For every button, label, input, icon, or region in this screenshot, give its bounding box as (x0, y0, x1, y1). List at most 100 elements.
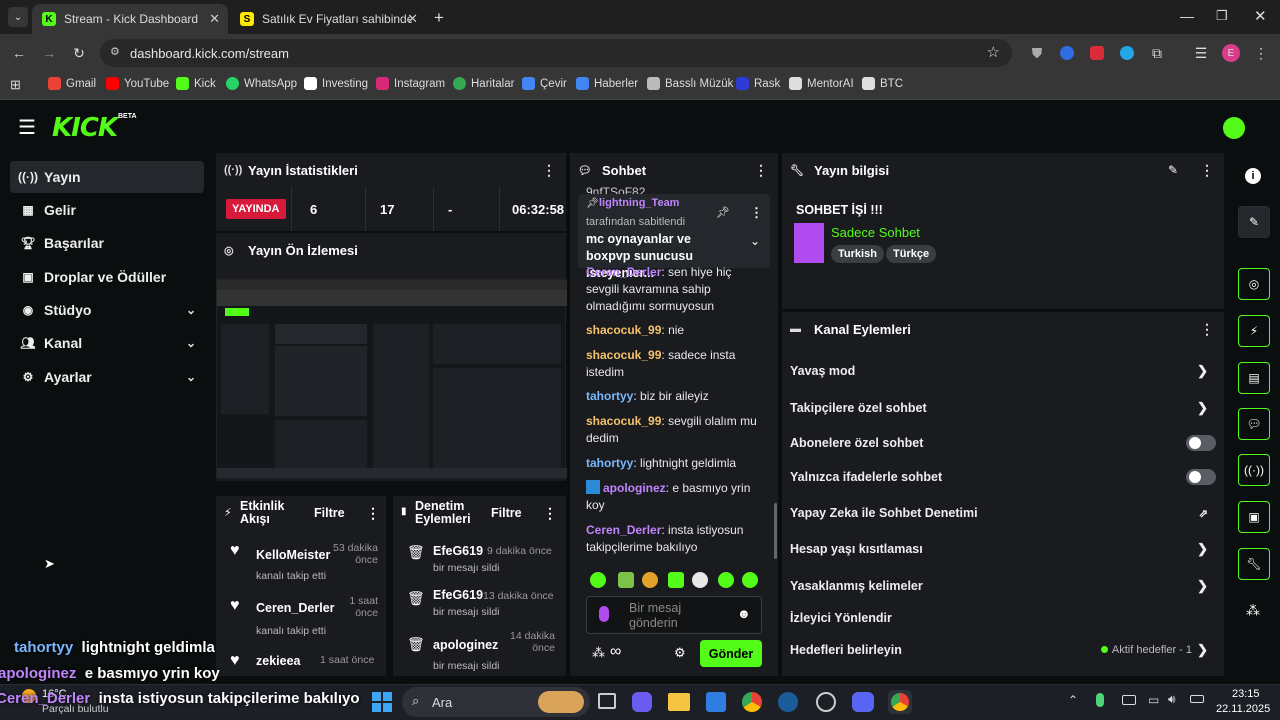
video-icon[interactable]: ▣ (1238, 501, 1270, 533)
new-tab-icon[interactable]: + (434, 8, 444, 28)
send-button[interactable]: Gönder (700, 640, 762, 667)
bookmark-star-icon[interactable]: ☆ (987, 43, 1000, 61)
unpin-icon[interactable]: 📌︎ (716, 206, 730, 219)
microphone-icon[interactable] (599, 606, 609, 622)
tray-mic-icon[interactable] (1096, 693, 1104, 707)
action-hedefler[interactable]: Hedefleri belirleyin Aktif hedefler - 1 … (790, 635, 1216, 665)
tab-search-button[interactable]: ⌄ (8, 7, 28, 27)
kebab-menu-icon[interactable]: ⋮ (754, 162, 768, 179)
bookmark-instagram[interactable]: Instagram (376, 77, 445, 90)
profile-avatar[interactable]: E (1222, 44, 1240, 62)
task-view-icon[interactable] (598, 693, 616, 709)
bookmark-investing[interactable]: Investing (304, 77, 368, 90)
filter-button[interactable]: Filtre (314, 506, 345, 520)
copilot-icon[interactable] (632, 692, 652, 712)
emote-icon[interactable] (692, 572, 708, 588)
filter-button[interactable]: Filtre (491, 506, 522, 520)
emote-icon[interactable] (642, 572, 658, 588)
action-ifadelerle-sohbet[interactable]: Yalnızca ifadelerle sohbet (790, 462, 1216, 492)
extension-blue-icon[interactable] (1118, 44, 1136, 62)
store-icon[interactable] (706, 692, 726, 712)
edit-icon[interactable]: ✎ (1168, 163, 1178, 177)
tag-badge[interactable]: Turkish (831, 245, 884, 263)
bookmark-haritalar[interactable]: Haritalar (453, 77, 514, 90)
stream-preview-thumbnail[interactable] (216, 279, 567, 478)
activity-lightning-icon[interactable]: ⚡︎ (1238, 315, 1270, 347)
emote-icon[interactable] (668, 572, 684, 588)
tab-sahibinden[interactable]: S Satılık Ev Fiyatları sahibinden.co ✕ (230, 4, 426, 34)
action-yapay-zeka[interactable]: Yapay Zeka ile Sohbet Denetimi ⇗ (790, 498, 1216, 528)
tray-chevron-icon[interactable]: ⌃ (1068, 693, 1078, 707)
info-icon[interactable]: i (1245, 168, 1261, 184)
hamburger-menu-icon[interactable]: ☰ (18, 115, 36, 140)
extension-red-icon[interactable] (1088, 44, 1106, 62)
toggle-switch[interactable] (1186, 469, 1216, 485)
network-app-icon[interactable] (816, 692, 836, 712)
edit-pencil-icon[interactable]: ✎ (1238, 206, 1270, 238)
emote-icon[interactable] (718, 572, 734, 588)
sidebar-item-ayarlar[interactable]: ⚙ Ayarlar ⌄ (10, 361, 204, 393)
action-yasakli-kelimeler[interactable]: Yasaklanmış kelimeler ❯ (790, 571, 1216, 601)
bookmark-rask[interactable]: Rask (736, 77, 780, 90)
chat-scrollbar[interactable] (774, 503, 777, 559)
category-name[interactable]: Sadece Sohbet (831, 225, 920, 240)
sidebar-item-basarilar[interactable]: 🏆︎ Başarılar (10, 227, 204, 259)
user-avatar[interactable] (1223, 117, 1245, 139)
bookmark-mentorai[interactable]: MentorAI (789, 77, 854, 90)
emote-icon[interactable] (590, 572, 606, 588)
toggle-switch[interactable] (1186, 435, 1216, 451)
wrench-icon[interactable]: 🔧︎ (1238, 548, 1270, 580)
steam-icon[interactable] (778, 692, 798, 712)
action-abonelere-ozel[interactable]: Abonelere özel sohbet (790, 428, 1216, 458)
bookmark-gmail[interactable]: Gmail (48, 77, 96, 90)
bookmark-kick[interactable]: Kick (176, 77, 216, 90)
start-windows-icon[interactable] (372, 692, 392, 712)
reading-list-icon[interactable]: ☰ (1192, 44, 1210, 62)
emoji-icon[interactable]: ☻ (737, 606, 751, 621)
bookmark-bassli-muzuk[interactable]: Basslı Müzük (647, 77, 733, 90)
kebab-menu-icon[interactable]: ⋮ (366, 505, 380, 522)
more-widgets-icon[interactable]: ⁂ (1246, 602, 1260, 619)
extension-q-icon[interactable] (1058, 44, 1076, 62)
action-yavas-mod[interactable]: Yavaş mod ❯ (790, 356, 1216, 386)
chrome-icon[interactable] (742, 692, 762, 712)
action-takipcilere-ozel[interactable]: Takipçilere özel sohbet ❯ (790, 393, 1216, 423)
broadcast-toggle-icon[interactable]: ((·)) (1238, 454, 1270, 486)
sidebar-item-gelir[interactable]: ▦ Gelir (10, 194, 204, 226)
bookmark-youtube[interactable]: YouTube (106, 77, 169, 90)
sidebar-item-yayin[interactable]: ((·)) Yayın (10, 161, 204, 193)
sidebar-item-kanal[interactable]: 👥︎ Kanal ⌄ (10, 327, 204, 359)
apps-grid-icon[interactable]: ⊞ (10, 77, 21, 93)
kebab-menu-icon[interactable]: ⋮ (1200, 321, 1214, 338)
site-info-icon[interactable]: ⚙ (110, 45, 120, 58)
chat-input[interactable]: Bir mesaj gönderin ☻ (586, 596, 762, 634)
action-hesap-yasi[interactable]: Hesap yaşı kısıtlaması ❯ (790, 534, 1216, 564)
tray-volume-icon[interactable]: 🔊︎ (1168, 692, 1176, 707)
kebab-menu-icon[interactable]: ⋮ (542, 162, 556, 179)
kebab-menu-icon[interactable]: ⋮ (1200, 162, 1214, 179)
chat-settings-icon[interactable]: ⚙ (674, 645, 686, 661)
tray-battery-icon[interactable] (1190, 695, 1204, 703)
moderation-list-icon[interactable]: ▤ (1238, 362, 1270, 394)
chrome-profile-icon[interactable] (888, 690, 912, 714)
close-tab-icon[interactable]: ✕ (209, 11, 220, 27)
minimize-icon[interactable]: — (1180, 8, 1194, 24)
kebab-menu-icon[interactable]: ⋮ (543, 505, 557, 522)
preview-toggle-icon[interactable]: ◎ (1238, 268, 1270, 300)
forward-icon[interactable]: → (40, 44, 58, 62)
kick-logo[interactable]: KICK (52, 113, 118, 143)
category-thumbnail[interactable] (794, 223, 824, 263)
chevron-down-icon[interactable]: ⌄ (750, 234, 760, 248)
discord-icon[interactable] (852, 692, 874, 712)
file-explorer-icon[interactable] (668, 693, 690, 711)
tag-badge[interactable]: Türkçe (886, 245, 937, 263)
tab-kick-dashboard[interactable]: K Stream - Kick Dashboard ✕ (32, 4, 228, 34)
extension-shield-icon[interactable]: ⛊ (1028, 44, 1046, 62)
extensions-puzzle-icon[interactable]: ⧉ (1148, 44, 1166, 62)
reload-icon[interactable]: ↻ (70, 44, 88, 62)
maximize-icon[interactable]: ❐ (1216, 8, 1228, 24)
bookmark-cevir[interactable]: Çevir (522, 77, 567, 90)
sidebar-item-droplar[interactable]: ▣ Droplar ve Ödüller (10, 261, 204, 293)
tray-monitor-icon[interactable]: ▭ (1148, 693, 1159, 707)
address-bar[interactable]: ⚙ dashboard.kick.com/stream ☆ (100, 39, 1012, 67)
